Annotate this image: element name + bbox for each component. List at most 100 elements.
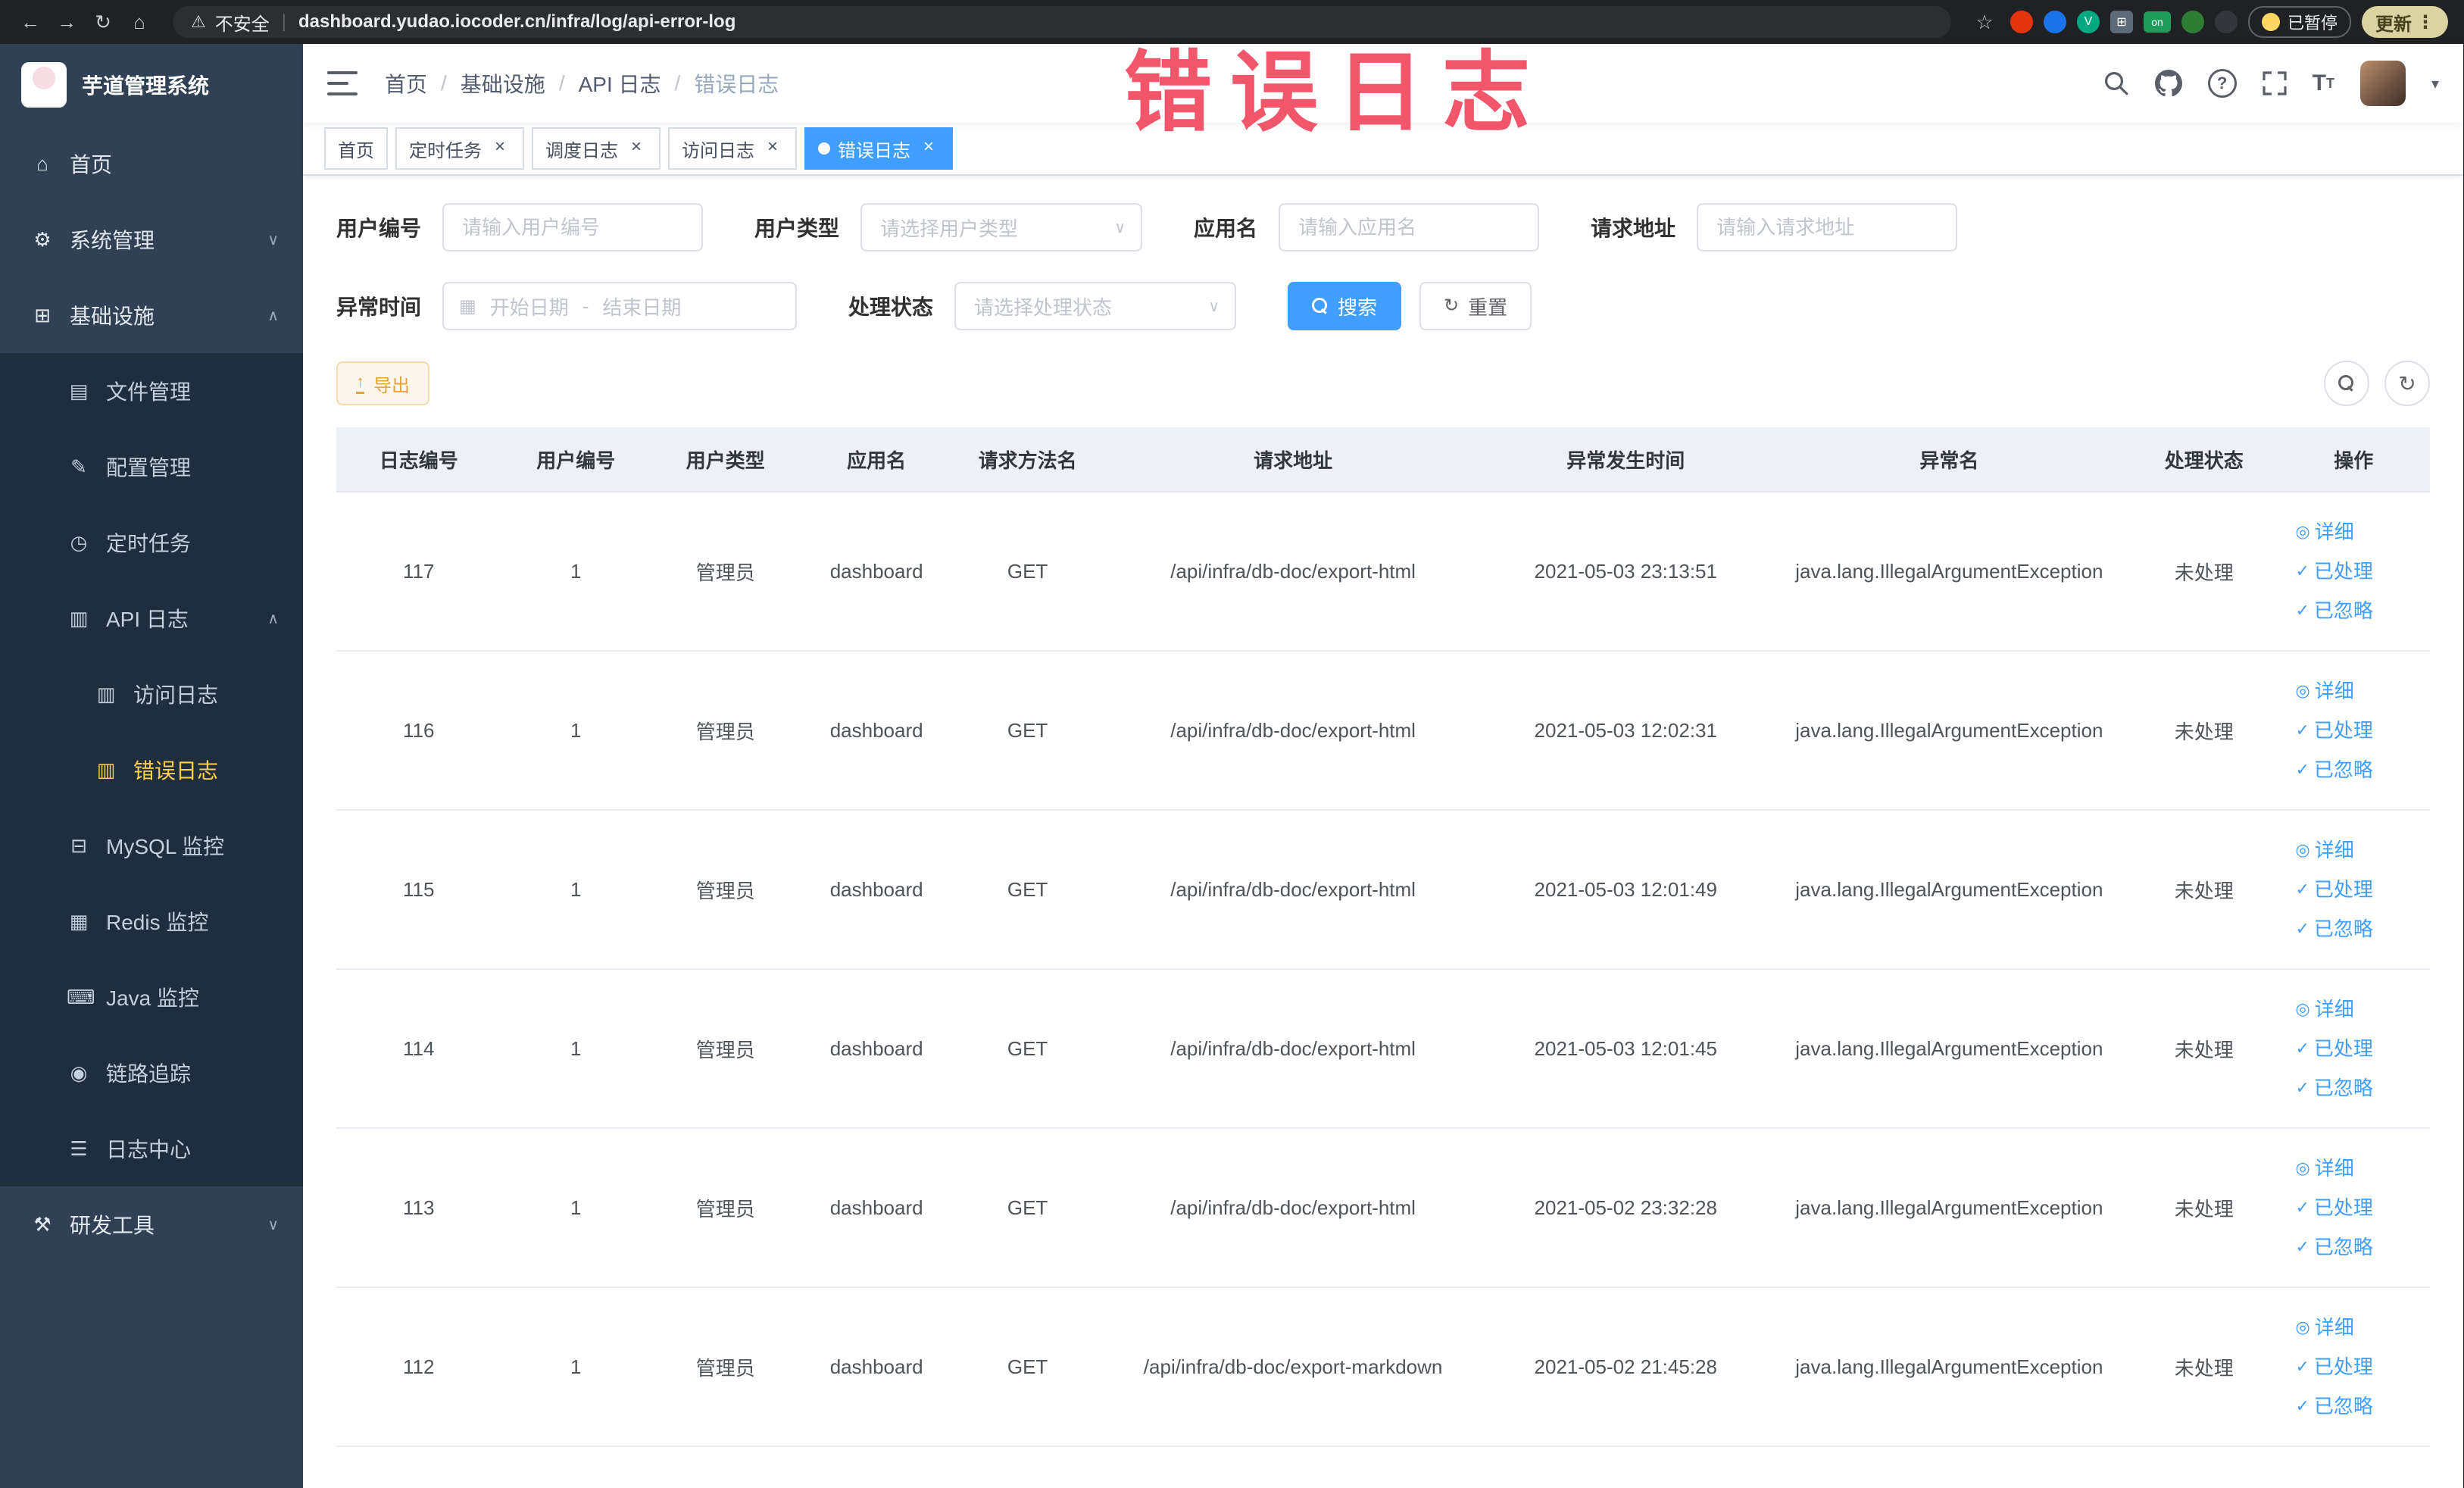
toggle-search-button[interactable] — [2324, 361, 2369, 406]
sidebar-item-定时任务[interactable]: ◷ 定时任务 — [0, 505, 303, 580]
url-separator: | — [281, 11, 286, 32]
extension-on-badge-icon[interactable]: on — [2143, 11, 2171, 33]
ignored-link[interactable]: ✓ 已忽略 — [2295, 591, 2424, 630]
process-status-select[interactable]: 请选择处理状态 ∨ — [954, 282, 1237, 330]
kebab-menu-icon: ⋮ — [2416, 11, 2434, 33]
detail-link[interactable]: ◎ 详细 — [2295, 1149, 2424, 1188]
font-size-icon[interactable]: TT — [2313, 70, 2334, 96]
detail-link[interactable]: ◎ 详细 — [2295, 671, 2424, 711]
action-label: 已忽略 — [2313, 1236, 2373, 1258]
url-bar[interactable]: ⚠ 不安全 | dashboard.yudao.iocoder.cn/infra… — [173, 6, 1951, 38]
sidebar-item-访问日志[interactable]: ▥ 访问日志 — [0, 656, 303, 732]
help-icon[interactable]: ? — [2207, 69, 2237, 98]
action-label: 已忽略 — [2313, 599, 2373, 622]
search-button[interactable]: 搜索 — [1288, 282, 1402, 330]
extension-red-icon[interactable] — [2010, 11, 2033, 33]
tab-错误日志[interactable]: 错误日志 × — [804, 127, 953, 170]
breadcrumb-item[interactable]: 首页 — [385, 68, 427, 98]
extension-grid-icon[interactable]: ⊞ — [2110, 11, 2133, 33]
github-icon[interactable] — [2154, 70, 2182, 97]
processed-link[interactable]: ✓ 已处理 — [2295, 711, 2424, 750]
update-button[interactable]: 更新 ⋮ — [2362, 6, 2448, 38]
check-icon: ✓ — [2295, 601, 2309, 620]
sidebar-item-研发工具[interactable]: ⚒ 研发工具 ∨ — [0, 1186, 303, 1262]
fullscreen-icon[interactable] — [2263, 71, 2287, 95]
processed-link[interactable]: ✓ 已处理 — [2295, 1188, 2424, 1227]
tab-首页[interactable]: 首页 — [324, 127, 388, 170]
action-label: 已忽略 — [2313, 917, 2373, 940]
sidebar-item-错误日志[interactable]: ▥ 错误日志 — [0, 732, 303, 808]
sidebar-item-配置管理[interactable]: ✎ 配置管理 — [0, 429, 303, 505]
sidebar-item-Java 监控[interactable]: ⌨ Java 监控 — [0, 959, 303, 1035]
user-id-input[interactable] — [442, 203, 704, 252]
export-button[interactable]: ↑ 导出 — [336, 361, 429, 405]
ignored-link[interactable]: ✓ 已忽略 — [2295, 1068, 2424, 1108]
cell-actions: ◎ 详细 ✓ 已处理 ✓ 已忽略 — [2277, 492, 2430, 652]
ignored-link[interactable]: ✓ 已忽略 — [2295, 750, 2424, 789]
detail-link[interactable]: ◎ 详细 — [2295, 989, 2424, 1029]
cell-actions: ◎ 详细 ✓ 已处理 ✓ 已忽略 — [2277, 969, 2430, 1129]
browser-back-icon[interactable]: ← — [15, 7, 45, 37]
app-name-input[interactable] — [1279, 203, 1540, 252]
logo-row[interactable]: 芋道管理系统 — [0, 44, 303, 126]
ignored-link[interactable]: ✓ 已忽略 — [2295, 1227, 2424, 1267]
detail-link[interactable]: ◎ 详细 — [2295, 1308, 2424, 1347]
sidebar-item-基础设施[interactable]: ⊞ 基础设施 ∧ — [0, 277, 303, 353]
cell-app: dashboard — [800, 969, 953, 1129]
caret-down-icon[interactable]: ▾ — [2431, 74, 2439, 93]
extension-paw-icon[interactable] — [2214, 11, 2238, 33]
sidebar-item-Redis 监控[interactable]: ▦ Redis 监控 — [0, 883, 303, 959]
processed-link[interactable]: ✓ 已处理 — [2295, 552, 2424, 591]
hamburger-icon[interactable] — [327, 71, 358, 95]
tab-close-icon[interactable]: × — [762, 138, 783, 159]
tab-访问日志[interactable]: 访问日志 × — [668, 127, 797, 170]
sidebar-item-链路追踪[interactable]: ◉ 链路追踪 — [0, 1035, 303, 1111]
exception-time-range-picker[interactable]: ▦ 开始日期 - 结束日期 — [442, 282, 798, 330]
check-icon: ✓ — [2295, 880, 2309, 899]
refresh-table-button[interactable]: ↻ — [2384, 361, 2430, 406]
sidebar-item-系统管理[interactable]: ⚙ 系统管理 ∨ — [0, 202, 303, 277]
detail-link[interactable]: ◎ 详细 — [2295, 830, 2424, 870]
detail-link[interactable]: ◎ 详细 — [2295, 512, 2424, 552]
error-log-table-body: 117 1 管理员 dashboard GET/api/infra/db-doc/exp… — [336, 492, 2430, 1447]
cell-status: 未处理 — [2131, 969, 2278, 1129]
browser-home-icon[interactable]: ⌂ — [124, 7, 155, 37]
cell-user_id: 1 — [501, 810, 651, 970]
browser-refresh-icon[interactable]: ↻ — [88, 7, 118, 37]
sidebar-item-API 日志[interactable]: ▥ API 日志 ∧ — [0, 580, 303, 656]
table-toolbar: ↑ 导出 ↻ — [336, 361, 2430, 406]
tab-定时任务[interactable]: 定时任务 × — [395, 127, 524, 170]
search-icon[interactable] — [2103, 70, 2129, 96]
tab-close-icon[interactable]: × — [626, 138, 647, 159]
sidebar-item-文件管理[interactable]: ▤ 文件管理 — [0, 353, 303, 429]
extension-green-v-icon[interactable]: V — [2076, 11, 2100, 33]
cell-user_id: 1 — [501, 969, 651, 1129]
sidebar-item-MySQL 监控[interactable]: ⊟ MySQL 监控 — [0, 808, 303, 883]
breadcrumb-item[interactable]: API 日志 — [579, 68, 661, 98]
avatar[interactable] — [2359, 61, 2406, 106]
processed-link[interactable]: ✓ 已处理 — [2295, 1029, 2424, 1068]
processed-link[interactable]: ✓ 已处理 — [2295, 1347, 2424, 1386]
breadcrumb-item[interactable]: 基础设施 — [461, 68, 545, 98]
paused-badge[interactable]: 已暂停 — [2247, 6, 2351, 38]
reset-button[interactable]: ↻ 重置 — [1419, 282, 1532, 330]
sidebar-item-label: 配置管理 — [106, 456, 192, 480]
column-header: 异常名 — [1767, 427, 2131, 492]
tab-调度日志[interactable]: 调度日志 × — [532, 127, 661, 170]
bookmark-star-icon[interactable]: ☆ — [1969, 7, 2000, 37]
cell-method: GET — [952, 651, 1103, 811]
start-date-placeholder: 开始日期 — [489, 295, 569, 319]
ignored-link[interactable]: ✓ 已忽略 — [2295, 909, 2424, 949]
sidebar-item-日志中心[interactable]: ☰ 日志中心 — [0, 1111, 303, 1186]
user-type-select[interactable]: 请选择用户类型 ∨ — [860, 203, 1143, 252]
extension-blue-drop-icon[interactable] — [2043, 11, 2066, 33]
tab-close-icon[interactable]: × — [918, 138, 939, 159]
extension-leaf-icon[interactable] — [2181, 11, 2204, 33]
ignored-link[interactable]: ✓ 已忽略 — [2295, 1386, 2424, 1426]
tab-close-icon[interactable]: × — [489, 138, 511, 159]
export-button-label: 导出 — [373, 375, 410, 396]
processed-link[interactable]: ✓ 已处理 — [2295, 870, 2424, 909]
request-url-input[interactable] — [1697, 203, 1958, 252]
browser-forward-icon[interactable]: → — [52, 7, 82, 37]
sidebar-item-首页[interactable]: ⌂ 首页 — [0, 126, 303, 202]
